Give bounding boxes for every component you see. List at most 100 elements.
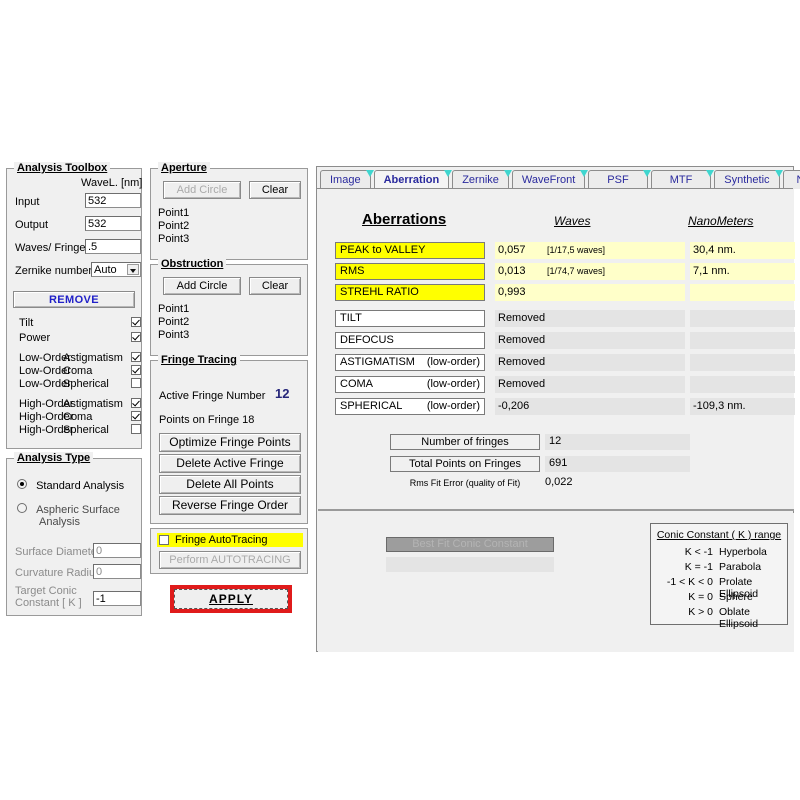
chevron-down-icon[interactable] (127, 264, 139, 275)
radio-row-aspheric-surface-analysis[interactable]: Aspheric Surface Analysis (17, 503, 120, 528)
conic-name-sphere: Sphere (719, 591, 753, 603)
analysis-window: Analysis Toolbox WaveL. [nm] Input 532 O… (0, 160, 800, 652)
checkbox-fringe-autotracing[interactable] (159, 535, 169, 545)
checkbox-low-order-astigmatism[interactable] (131, 352, 141, 362)
aberration-waves-peak-to-valley: 0,057[1/17,5 waves] (495, 242, 685, 259)
aberration-waves-fraction-peak-to-valley: [1/17,5 waves] (547, 242, 605, 258)
obstruction-group: Obstruction Add Circle Clear Point1 Poin… (150, 264, 308, 356)
reverse-fringe-order-button[interactable]: Reverse Fringe Order (159, 496, 301, 515)
analysis-type-title: Analysis Type (14, 452, 93, 464)
tab-mtf[interactable]: MTF (651, 170, 712, 189)
active-fringe-number-value: 12 (275, 386, 289, 401)
aperture-add-circle-button[interactable]: Add Circle (163, 181, 241, 199)
tab-nub-icon (580, 170, 588, 177)
zernike-number-select[interactable]: Auto (91, 262, 141, 277)
aberrations-heading: Aberrations (362, 211, 446, 228)
total-points-on-fringes-label: Total Points on Fringes (390, 456, 540, 472)
tab-label-wavefront: WaveFront (522, 174, 575, 186)
aperture-point-3: Point3 (158, 233, 189, 245)
conic-constant-legend: Conic Constant ( K ) range K < -1 Hyperb… (650, 523, 788, 625)
tab-aberration[interactable]: Aberration (374, 170, 450, 189)
aberration-label-peak-to-valley: PEAK to VALLEY (335, 242, 485, 259)
checkbox-label-high-order-spherical: Spherical (63, 424, 109, 436)
fringe-tracing-group: Fringe Tracing Active Fringe Number 12 P… (150, 360, 308, 524)
checkbox-high-order-spherical[interactable] (131, 424, 141, 434)
target-conic-constant-field[interactable]: -1 (93, 591, 141, 606)
checkbox-label-power: Power (19, 332, 50, 344)
summary-row-total-points: Total Points on Fringes 691 (390, 456, 700, 472)
tab-strip: Image Aberration Zernike WaveFront PSF M… (317, 167, 793, 189)
curvature-radius-label: Curvature Radius (15, 567, 101, 579)
aberration-nm-coma-low-order (690, 376, 795, 393)
obstruction-add-circle-button[interactable]: Add Circle (163, 277, 241, 295)
autotracing-checkbox-label: Fringe AutoTracing (175, 534, 268, 546)
checkbox-label-low-order-spherical: Spherical (63, 378, 109, 390)
tab-nub-icon (366, 170, 374, 177)
checkbox-power[interactable] (131, 332, 141, 342)
obstruction-clear-button[interactable]: Clear (249, 277, 301, 295)
number-of-fringes-label: Number of fringes (390, 434, 540, 450)
delete-active-fringe-button[interactable]: Delete Active Fringe (159, 454, 301, 473)
delete-all-points-button[interactable]: Delete All Points (159, 475, 301, 494)
results-pane: Image Aberration Zernike WaveFront PSF M… (316, 166, 794, 652)
input-field[interactable]: 532 (85, 193, 141, 208)
aberration-nm-rms: 7,1 nm. (690, 263, 795, 280)
checkbox-low-order-coma[interactable] (131, 365, 141, 375)
optimize-fringe-points-button[interactable]: Optimize Fringe Points (159, 433, 301, 452)
tab-nub-icon (444, 170, 452, 177)
checkbox-label-high-order-coma: Coma (63, 411, 92, 423)
checkbox-tilt[interactable] (131, 317, 141, 327)
table-row: TILT Removed (335, 310, 775, 327)
best-fit-panel: Best Fit Conic Constant Conic Constant (… (318, 513, 794, 652)
tab-nub-icon (775, 170, 783, 177)
checkbox-high-order-astigmatism[interactable] (131, 398, 141, 408)
aperture-point-2: Point2 (158, 220, 189, 232)
tab-notes[interactable]: Notes (783, 170, 800, 189)
aperture-point-1: Point1 (158, 207, 189, 219)
waves-per-fringe-label: Waves/ Fringe (15, 242, 86, 254)
perform-autotracing-button[interactable]: Perform AUTOTRACING (159, 551, 301, 569)
best-fit-conic-constant-button[interactable]: Best Fit Conic Constant (386, 537, 554, 552)
analysis-toolbox-group: Analysis Toolbox WaveL. [nm] Input 532 O… (6, 168, 142, 449)
tab-synthetic[interactable]: Synthetic (714, 170, 779, 189)
apply-button[interactable]: APPLY (174, 589, 288, 609)
tab-label-mtf: MTF (670, 174, 693, 186)
tab-nub-icon (504, 170, 512, 177)
table-row: DEFOCUS Removed (335, 332, 775, 349)
tab-label-aberration: Aberration (384, 174, 440, 186)
radio-standard-analysis[interactable] (17, 479, 27, 489)
output-field[interactable]: 532 (85, 216, 141, 231)
radio-label-standard-analysis: Standard Analysis (36, 480, 124, 492)
radio-label-aspheric-surface-analysis: Aspheric Surface (36, 504, 120, 516)
autotracing-group: Fringe AutoTracing Perform AUTOTRACING (150, 528, 308, 574)
radio-aspheric-surface-analysis[interactable] (17, 503, 27, 513)
rms-fit-error-label: Rms Fit Error (quality of Fit) (390, 478, 540, 488)
tab-wavefront[interactable]: WaveFront (512, 170, 585, 189)
autotracing-checkbox-row[interactable]: Fringe AutoTracing (157, 533, 303, 547)
conic-k-hyperbola: K < -1 (651, 546, 713, 558)
checkbox-label-low-order-coma: Coma (63, 365, 92, 377)
tab-image[interactable]: Image (320, 170, 371, 189)
checkbox-low-order-spherical[interactable] (131, 378, 141, 388)
conic-k-prolate-ellipsoid: -1 < K < 0 (651, 576, 713, 588)
column-header-nanometers: NanoMeters (688, 214, 753, 228)
apply-button-frame: APPLY (170, 585, 292, 613)
waves-per-fringe-field[interactable]: .5 (85, 239, 141, 254)
obstruction-point-1: Point1 (158, 303, 189, 315)
rms-fit-error-value: 0,022 (545, 476, 573, 488)
remove-button[interactable]: REMOVE (13, 291, 135, 308)
table-row: STREHL RATIO 0,993 (335, 284, 775, 301)
radio-row-standard-analysis[interactable]: Standard Analysis (17, 479, 124, 492)
conic-k-oblate-ellipsoid: K > 0 (651, 606, 713, 618)
radio-label2-aspheric-surface-analysis: Analysis (39, 516, 120, 528)
tab-zernike[interactable]: Zernike (452, 170, 509, 189)
tab-psf[interactable]: PSF (588, 170, 647, 189)
aberration-label-astigmatism-low-order: ASTIGMATISM(low-order) (335, 354, 485, 371)
aperture-clear-button[interactable]: Clear (249, 181, 301, 199)
aberration-label-coma-low-order: COMA(low-order) (335, 376, 485, 393)
conic-name-oblate-ellipsoid: Oblate Ellipsoid (719, 606, 789, 630)
checkbox-high-order-coma[interactable] (131, 411, 141, 421)
curvature-radius-field[interactable]: 0 (93, 564, 141, 579)
tab-label-psf: PSF (607, 174, 628, 186)
surface-diameter-field[interactable]: 0 (93, 543, 141, 558)
